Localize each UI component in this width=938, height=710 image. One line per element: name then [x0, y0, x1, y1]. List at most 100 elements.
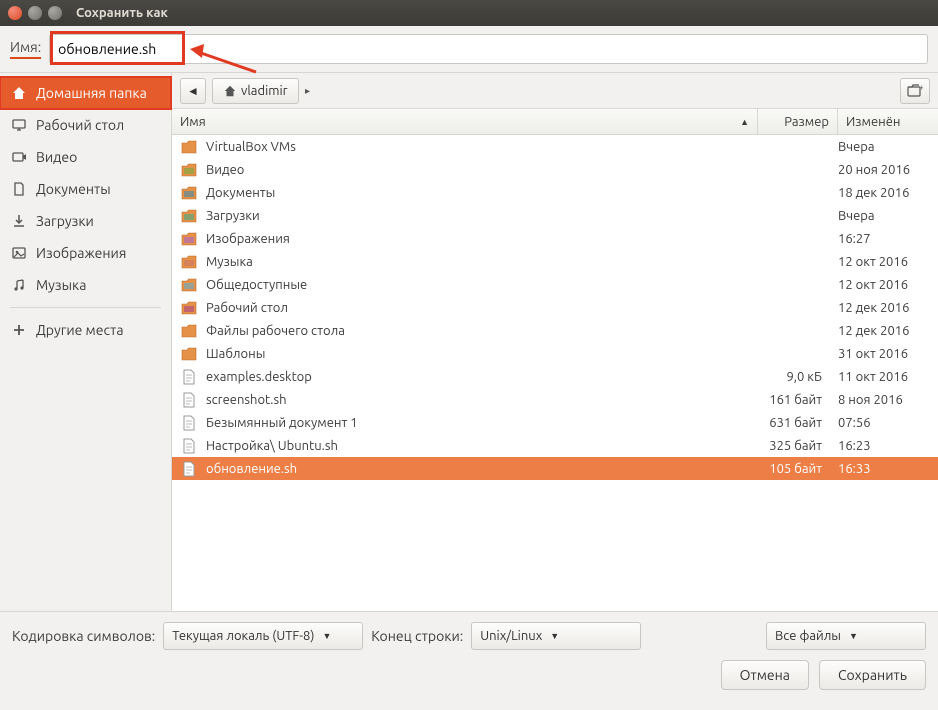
- sidebar-item[interactable]: Домашняя папка: [0, 77, 171, 109]
- file-row[interactable]: Настройка\ Ubuntu.sh325 байт16:23: [172, 434, 938, 457]
- folder-img-icon: [180, 230, 198, 248]
- file-row[interactable]: ЗагрузкиВчера: [172, 204, 938, 227]
- sort-indicator-icon: ▲: [740, 117, 749, 127]
- lineend-combo[interactable]: Unix/Linux▼: [471, 622, 641, 650]
- file-modified: 07:56: [830, 416, 930, 430]
- sidebar-item[interactable]: Видео: [0, 141, 171, 173]
- file-row[interactable]: Общедоступные 12 окт 2016: [172, 273, 938, 296]
- encoding-label: Кодировка символов:: [12, 628, 155, 644]
- folder-video-icon: [180, 161, 198, 179]
- svg-text:+: +: [919, 84, 923, 92]
- titlebar: Сохранить как: [0, 0, 938, 26]
- file-row[interactable]: Музыка12 окт 2016: [172, 250, 938, 273]
- header-modified[interactable]: Изменён: [838, 109, 938, 134]
- new-folder-button[interactable]: +: [900, 78, 930, 104]
- file-modified: Вчера: [830, 209, 930, 223]
- file-row[interactable]: examples.desktop9,0 кБ11 окт 2016: [172, 365, 938, 388]
- file-name: Видео: [206, 163, 750, 177]
- sidebar-other-places[interactable]: Другие места: [0, 314, 171, 346]
- sidebar-item[interactable]: Изображения: [0, 237, 171, 269]
- file-icon: [180, 391, 198, 409]
- file-size: 105 байт: [750, 462, 830, 476]
- sidebar-item-label: Загрузки: [36, 213, 94, 229]
- cancel-button[interactable]: Отмена: [721, 660, 809, 690]
- file-row[interactable]: обновление.sh105 байт16:33: [172, 457, 938, 480]
- file-row[interactable]: VirtualBox VMsВчера: [172, 135, 938, 158]
- breadcrumb-home[interactable]: vladimir: [212, 78, 299, 104]
- maximize-icon[interactable]: [48, 6, 62, 20]
- back-button[interactable]: ◄: [180, 78, 206, 104]
- sidebar: Домашняя папкаРабочий стол Видео Документы…: [0, 73, 172, 611]
- close-icon[interactable]: [8, 6, 22, 20]
- header-name[interactable]: Имя▲: [172, 109, 758, 134]
- filename-input[interactable]: [49, 34, 928, 64]
- sidebar-item-label: Музыка: [36, 277, 86, 293]
- breadcrumb-next[interactable]: ▸: [299, 78, 317, 104]
- file-icon: [180, 368, 198, 386]
- document-icon: [10, 180, 28, 198]
- folder-public-icon: [180, 276, 198, 294]
- file-modified: 12 дек 2016: [830, 324, 930, 338]
- sidebar-item-label: Другие места: [36, 322, 124, 338]
- file-modified: 8 ноя 2016: [830, 393, 930, 407]
- folder-dl-icon: [180, 207, 198, 225]
- file-row[interactable]: Шаблоны 31 окт 2016: [172, 342, 938, 365]
- file-name: Файлы рабочего стола: [206, 324, 750, 338]
- save-button[interactable]: Сохранить: [819, 660, 926, 690]
- folder-desktop-icon: [180, 299, 198, 317]
- file-modified: 16:33: [830, 462, 930, 476]
- header-size[interactable]: Размер: [758, 109, 838, 134]
- file-row[interactable]: Безымянный документ 1631 байт07:56: [172, 411, 938, 434]
- file-modified: 12 окт 2016: [830, 278, 930, 292]
- file-size: 631 байт: [750, 416, 830, 430]
- file-icon: [180, 437, 198, 455]
- pathbar: ◄ vladimir ▸ +: [172, 73, 938, 109]
- file-name: screenshot.sh: [206, 393, 750, 407]
- folder-icon: [180, 322, 198, 340]
- filter-combo[interactable]: Все файлы▼: [766, 622, 926, 650]
- encoding-combo[interactable]: Текущая локаль (UTF-8)▼: [163, 622, 363, 650]
- file-row[interactable]: Документы18 дек 2016: [172, 181, 938, 204]
- file-name: VirtualBox VMs: [206, 140, 750, 154]
- file-modified: 11 окт 2016: [830, 370, 930, 384]
- file-modified: 16:27: [830, 232, 930, 246]
- minimize-icon[interactable]: [28, 6, 42, 20]
- breadcrumb-label: vladimir: [241, 84, 288, 98]
- sidebar-item-label: Видео: [36, 149, 77, 165]
- file-name: Музыка: [206, 255, 750, 269]
- file-row[interactable]: Видео20 ноя 2016: [172, 158, 938, 181]
- sidebar-item[interactable]: Музыка: [0, 269, 171, 301]
- file-row[interactable]: Изображения 16:27: [172, 227, 938, 250]
- file-name: Шаблоны: [206, 347, 750, 361]
- image-icon: [10, 244, 28, 262]
- chevron-down-icon: ▼: [322, 631, 331, 641]
- file-size: 161 байт: [750, 393, 830, 407]
- file-modified: 12 дек 2016: [830, 301, 930, 315]
- file-modified: 31 окт 2016: [830, 347, 930, 361]
- file-icon: [180, 460, 198, 478]
- file-name: Безымянный документ 1: [206, 416, 750, 430]
- file-size: 325 байт: [750, 439, 830, 453]
- file-row[interactable]: Файлы рабочего стола 12 дек 2016: [172, 319, 938, 342]
- window-title: Сохранить как: [76, 6, 168, 20]
- music-icon: [10, 276, 28, 294]
- file-name: Документы: [206, 186, 750, 200]
- file-row[interactable]: screenshot.sh161 байт8 ноя 2016: [172, 388, 938, 411]
- file-icon: [180, 414, 198, 432]
- column-headers: Имя▲ Размер Изменён: [172, 109, 938, 135]
- file-row[interactable]: Рабочий стол12 дек 2016: [172, 296, 938, 319]
- sidebar-item[interactable]: Документы: [0, 173, 171, 205]
- video-icon: [10, 148, 28, 166]
- filename-label: Имя:: [10, 39, 41, 59]
- sidebar-item[interactable]: Рабочий стол: [0, 109, 171, 141]
- file-name: Изображения: [206, 232, 750, 246]
- folder-music-icon: [180, 253, 198, 271]
- file-list: VirtualBox VMsВчераВидео20 ноя 2016Докум…: [172, 135, 938, 611]
- file-name: Общедоступные: [206, 278, 750, 292]
- download-icon: [10, 212, 28, 230]
- chevron-down-icon: ▼: [550, 631, 559, 641]
- separator: [10, 307, 161, 308]
- sidebar-item[interactable]: Загрузки: [0, 205, 171, 237]
- desktop-icon: [10, 116, 28, 134]
- sidebar-item-label: Документы: [36, 181, 111, 197]
